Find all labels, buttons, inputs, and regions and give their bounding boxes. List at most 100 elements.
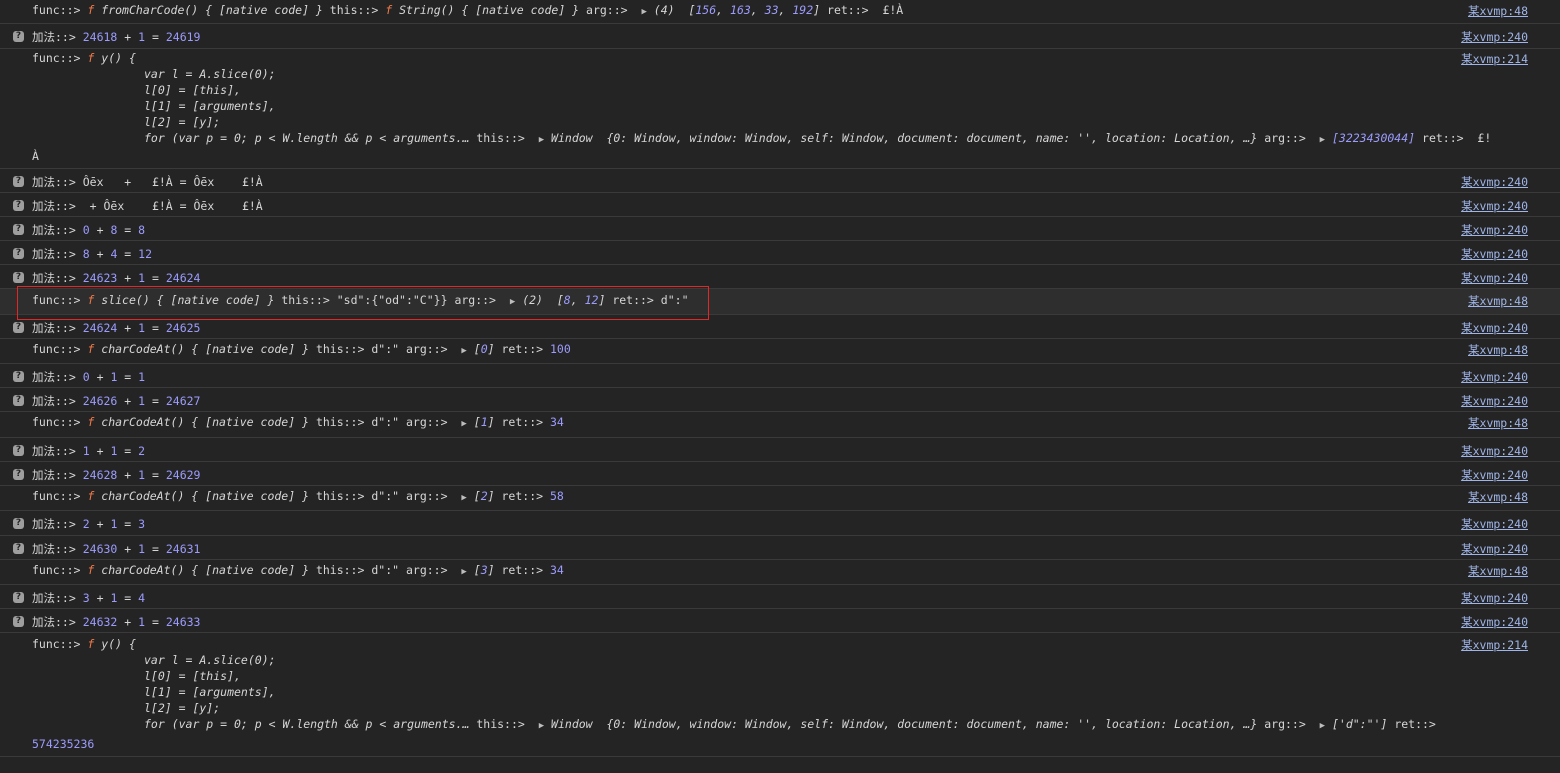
log-text: 加法::> 24626 + 1 = 24627	[32, 394, 201, 408]
log-entry-func-charcodeat: func::> f charCodeAt() { [native code] }…	[0, 339, 1560, 364]
code-line: var l = A.slice(0);	[144, 67, 276, 81]
code-line: l[2] = [y];	[144, 115, 221, 129]
info-badge-icon: ?	[13, 371, 24, 382]
log-entry-add: ? 加法::> 24630 + 1 = 24631 某xvmp:240	[0, 536, 1560, 560]
source-link[interactable]: 某xvmp:240	[1461, 174, 1528, 190]
log-text: 加法::> 24628 + 1 = 24629	[32, 468, 201, 482]
info-badge-icon: ?	[13, 322, 24, 333]
expand-triangle-icon[interactable]: ▶	[461, 419, 466, 429]
log-entry-add: ? 加法::> 8 + 4 = 12 某xvmp:240	[0, 241, 1560, 265]
log-entry-func-y: func::> f y() { var l = A.slice(0); l[0]…	[0, 633, 1560, 757]
expand-triangle-icon[interactable]: ▶	[641, 7, 646, 17]
code-line: l[1] = [arguments],	[144, 99, 276, 113]
log-text: 加法::> 1 + 1 = 2	[32, 444, 146, 458]
info-badge-icon: ?	[13, 224, 24, 235]
source-link[interactable]: 某xvmp:240	[1461, 222, 1528, 238]
source-link[interactable]: 某xvmp:48	[1468, 489, 1528, 505]
log-text: func::> f charCodeAt() { [native code] }…	[32, 489, 564, 503]
source-link[interactable]: 某xvmp:240	[1461, 614, 1528, 630]
code-line: l[0] = [this],	[144, 669, 241, 683]
code-line: l[0] = [this],	[144, 83, 241, 97]
log-text: 加法::> Ôēx + £!À = Ôēx £!À	[32, 175, 263, 189]
highlight-box	[17, 286, 709, 320]
code-line: for (var p = 0; p < W.length && p < argu…	[144, 717, 1436, 731]
code-line: l[2] = [y];	[144, 701, 221, 715]
source-link[interactable]: 某xvmp:48	[1468, 293, 1528, 309]
source-link[interactable]: 某xvmp:240	[1461, 590, 1528, 606]
source-link[interactable]: 某xvmp:240	[1461, 541, 1528, 557]
source-link[interactable]: 某xvmp:240	[1461, 369, 1528, 385]
info-badge-icon: ?	[13, 31, 24, 42]
source-link[interactable]: 某xvmp:240	[1461, 246, 1528, 262]
source-link[interactable]: 某xvmp:240	[1461, 270, 1528, 286]
log-entry-func-y: func::> f y() { var l = A.slice(0); l[0]…	[0, 49, 1560, 169]
expand-triangle-icon[interactable]: ▶	[461, 493, 466, 503]
source-link[interactable]: 某xvmp:240	[1461, 467, 1528, 483]
log-entry-func-charcodeat: func::> f charCodeAt() { [native code] }…	[0, 560, 1560, 585]
source-link[interactable]: 某xvmp:48	[1468, 342, 1528, 358]
code-line: l[1] = [arguments],	[144, 685, 276, 699]
source-link[interactable]: 某xvmp:240	[1461, 198, 1528, 214]
info-badge-icon: ?	[13, 518, 24, 529]
wrapped-value: À	[32, 149, 39, 163]
log-text: 加法::> 3 + 1 = 4	[32, 591, 146, 605]
log-entry-add: ? 加法::> 1 + 1 = 2 某xvmp:240	[0, 438, 1560, 462]
log-text: 加法::> 8 + 4 = 12	[32, 247, 153, 261]
wrapped-value: 574235236	[32, 737, 95, 751]
log-text: 加法::> 24623 + 1 = 24624	[32, 271, 201, 285]
log-text: 加法::> 2 + 1 = 3	[32, 517, 146, 531]
log-entry-add: ? 加法::> 0 + 1 = 1 某xvmp:240	[0, 364, 1560, 388]
expand-triangle-icon[interactable]: ▶	[539, 135, 544, 145]
log-text: func::> f charCodeAt() { [native code] }…	[32, 415, 564, 429]
log-entry-func: func::> f fromCharCode() { [native code]…	[0, 0, 1560, 24]
source-link[interactable]: 某xvmp:240	[1461, 320, 1528, 336]
log-entry-add: ? 加法::> 3 + 1 = 4 某xvmp:240	[0, 585, 1560, 609]
expand-triangle-icon[interactable]: ▶	[1320, 721, 1325, 731]
log-entry-add: ? 加法::> Ôēx + £!À = Ôēx £!À 某xvmp:240	[0, 169, 1560, 193]
expand-triangle-icon[interactable]: ▶	[461, 346, 466, 356]
log-text: 加法::> 24624 + 1 = 24625	[32, 321, 201, 335]
log-text: 加法::> 24632 + 1 = 24633	[32, 615, 201, 629]
log-text: func::> f y() {	[32, 51, 136, 65]
expand-triangle-icon[interactable]: ▶	[539, 721, 544, 731]
info-badge-icon: ?	[13, 176, 24, 187]
source-link[interactable]: 某xvmp:48	[1468, 3, 1528, 19]
source-link[interactable]: 某xvmp:240	[1461, 393, 1528, 409]
log-entry-add: ? 加法::> 24632 + 1 = 24633 某xvmp:240	[0, 609, 1560, 633]
log-entry-add: ? 加法::> 24626 + 1 = 24627 某xvmp:240	[0, 388, 1560, 412]
log-text: 加法::> 0 + 8 = 8	[32, 223, 146, 237]
info-badge-icon: ?	[13, 543, 24, 554]
info-badge-icon: ?	[13, 616, 24, 627]
log-entry-func-charcodeat: func::> f charCodeAt() { [native code] }…	[0, 486, 1560, 511]
log-text: 加法::> 24630 + 1 = 24631	[32, 542, 201, 556]
source-link[interactable]: 某xvmp:48	[1468, 415, 1528, 431]
info-badge-icon: ?	[13, 395, 24, 406]
source-link[interactable]: 某xvmp:214	[1461, 637, 1528, 653]
log-text: 加法::> + Ôēx £!À = Ôēx £!À	[32, 199, 263, 213]
code-line: for (var p = 0; p < W.length && p < argu…	[144, 131, 1492, 145]
source-link[interactable]: 某xvmp:48	[1468, 563, 1528, 579]
log-text: func::> f fromCharCode() { [native code]…	[32, 3, 904, 17]
info-badge-icon: ?	[13, 469, 24, 480]
info-badge-icon: ?	[13, 445, 24, 456]
source-link[interactable]: 某xvmp:214	[1461, 51, 1528, 67]
log-text: func::> f charCodeAt() { [native code] }…	[32, 563, 564, 577]
log-entry-add: ? 加法::> 0 + 8 = 8 某xvmp:240	[0, 217, 1560, 241]
expand-triangle-icon[interactable]: ▶	[461, 567, 466, 577]
info-badge-icon: ?	[13, 200, 24, 211]
code-line: var l = A.slice(0);	[144, 653, 276, 667]
source-link[interactable]: 某xvmp:240	[1461, 443, 1528, 459]
info-badge-icon: ?	[13, 248, 24, 259]
log-entry-add: ? 加法::> + Ôēx £!À = Ôēx £!À 某xvmp:240	[0, 193, 1560, 217]
log-entry-func-charcodeat: func::> f charCodeAt() { [native code] }…	[0, 412, 1560, 438]
log-entry-add: ? 加法::> 2 + 1 = 3 某xvmp:240	[0, 511, 1560, 536]
source-link[interactable]: 某xvmp:240	[1461, 29, 1528, 45]
log-text: 加法::> 24618 + 1 = 24619	[32, 30, 201, 44]
source-link[interactable]: 某xvmp:240	[1461, 516, 1528, 532]
log-text: func::> f y() {	[32, 637, 136, 651]
info-badge-icon: ?	[13, 592, 24, 603]
info-badge-icon: ?	[13, 272, 24, 283]
log-entry-add: ? 加法::> 24618 + 1 = 24619 某xvmp:240	[0, 24, 1560, 49]
log-entry-add: ? 加法::> 24628 + 1 = 24629 某xvmp:240	[0, 462, 1560, 486]
expand-triangle-icon[interactable]: ▶	[1320, 135, 1325, 145]
